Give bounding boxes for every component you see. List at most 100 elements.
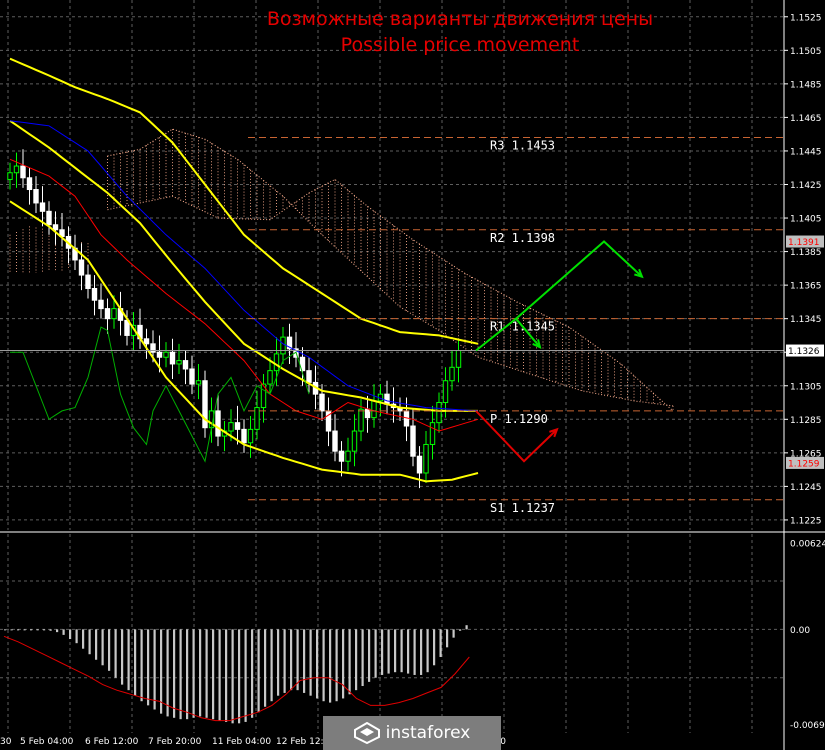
candle-body [234, 422, 241, 430]
macd-y-tick-label: -0.0069 [790, 721, 825, 731]
candle-body [273, 353, 280, 372]
y-tick-label: 1.1345 [790, 315, 822, 325]
macd-bar [30, 629, 33, 631]
macd-bar [49, 629, 52, 631]
candle-body [182, 360, 189, 370]
candle-body [423, 443, 429, 474]
macd-bar [108, 629, 111, 671]
candle-body [351, 430, 358, 452]
x-tick-label: 30 [0, 737, 12, 747]
macd-bar [459, 629, 462, 631]
y-tick-label: 1.1425 [790, 181, 822, 191]
macd-bar [257, 629, 260, 713]
candle-body [189, 368, 195, 385]
chart-title-en: Possible price movement [340, 34, 580, 56]
macd-bar [179, 629, 182, 720]
forecast-arrow-r2 [515, 240, 643, 320]
macd-bar [205, 629, 208, 718]
candle-body [26, 177, 33, 191]
macd-bar [439, 629, 442, 657]
macd-bar [160, 629, 163, 714]
macd-bar [290, 629, 293, 691]
candle-body [33, 189, 39, 204]
candle-body [247, 428, 254, 444]
y-tick-label: 1.1285 [790, 416, 822, 426]
y-tick-label: 1.1245 [790, 483, 822, 493]
candle-body [345, 450, 351, 462]
macd-bar [43, 629, 46, 631]
candle-body [156, 351, 163, 358]
candle-body [371, 400, 377, 419]
candle-body [39, 202, 46, 212]
macd-bar [407, 629, 410, 674]
macd-bar [244, 629, 247, 722]
macd-bar [82, 629, 85, 649]
macd-bar [264, 629, 267, 707]
price-tag-label: 1.1391 [788, 238, 820, 248]
candle-body [7, 172, 13, 180]
macd-bar [23, 629, 26, 631]
macd-bar [238, 629, 241, 724]
x-tick-label: 11 Feb 04:00 [212, 737, 271, 747]
macd-bar [329, 629, 332, 703]
macd-bar [316, 629, 319, 699]
instaforex-logo: instaforex [323, 716, 501, 750]
y-tick-label: 1.1385 [790, 248, 822, 258]
candle-body [267, 370, 273, 385]
y-tick-label: 1.1225 [790, 516, 822, 526]
macd-bar [95, 629, 98, 660]
candle-body [429, 422, 436, 445]
macd-bar [361, 629, 364, 687]
candle-body [163, 351, 169, 358]
macd-bar [251, 629, 254, 718]
candle-body [384, 393, 390, 405]
x-tick-label: 7 Feb 20:00 [148, 737, 202, 747]
macd-bar [322, 629, 325, 702]
pivot-label-s1: S1 1.1237 [490, 501, 555, 515]
macd-bar [140, 629, 143, 702]
price-tag-label: 1.1259 [788, 459, 820, 469]
candle-body [85, 274, 91, 289]
macd-bar [452, 629, 455, 638]
x-tick-label: 5 Feb 04:00 [20, 737, 74, 747]
candle-body [416, 455, 423, 474]
candle-body [319, 393, 325, 412]
candle-body [104, 308, 111, 320]
pivot-label-r2: R2 1.1398 [490, 231, 555, 245]
candle-body [449, 366, 455, 382]
candle-body [13, 165, 20, 174]
x-tick-label: 6 Feb 12:00 [85, 737, 139, 747]
candle-body [455, 350, 462, 368]
candle-body [442, 380, 449, 404]
grid-lines [0, 0, 784, 733]
macd-bar [420, 629, 423, 675]
macd-bar [296, 629, 299, 691]
macd-bar [153, 629, 156, 710]
macd-bar [212, 629, 215, 720]
macd-bar [446, 629, 449, 648]
macd-bar [413, 629, 416, 675]
y-tick-label: 1.1505 [790, 47, 822, 57]
candle-body [169, 351, 176, 365]
candle-body [338, 450, 345, 462]
macd-bar [56, 629, 59, 633]
candle-body [98, 299, 104, 310]
macd-bar [88, 629, 91, 655]
price-tag-label: 1.1326 [788, 347, 820, 357]
macd-bar [62, 629, 65, 635]
candle-body [46, 210, 52, 226]
candle-body [176, 360, 182, 365]
candle-body [78, 259, 85, 276]
macd-bar [381, 629, 384, 675]
candle-body [410, 425, 416, 457]
candle-body [280, 336, 286, 355]
chart-canvas: R3 1.1453R2 1.1398R1 1.1345P 1.1290S1 1.… [0, 0, 825, 750]
candle-body [52, 224, 59, 231]
chart-title-ru: Возможные варианты движения цены [266, 8, 654, 30]
pivot-label-p: P 1.1290 [490, 412, 548, 426]
macd-bar [342, 629, 345, 699]
macd-bar [465, 625, 468, 630]
candle-body [306, 370, 312, 383]
y-tick-label: 1.1485 [790, 80, 822, 90]
y-tick-label: 1.1365 [790, 282, 822, 292]
